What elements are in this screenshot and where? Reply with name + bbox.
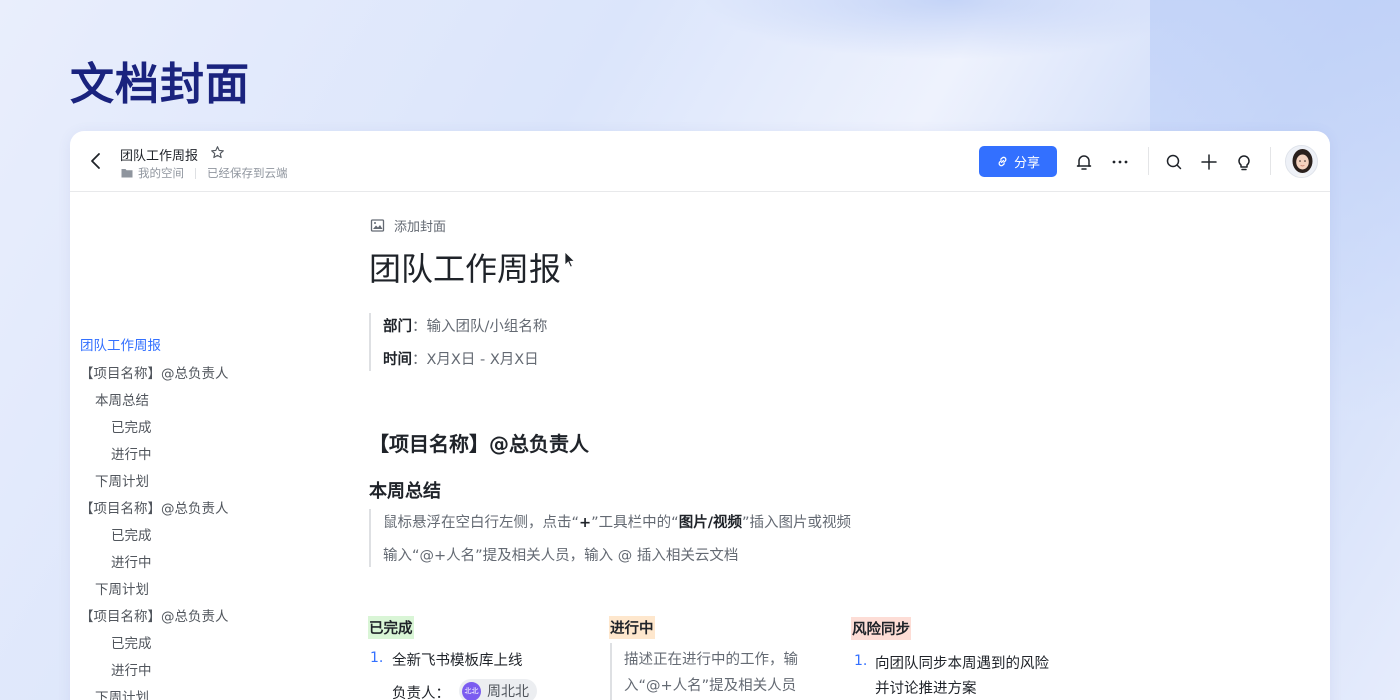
meta-time-value: ：X月X日 - X月X日 bbox=[412, 352, 539, 368]
meta-time-label: 时间 bbox=[383, 352, 412, 368]
tip-line-2[interactable]: 输入“@+人名”提及相关人员，输入 @ 插入相关云文档 bbox=[383, 544, 738, 565]
share-label: 分享 bbox=[1013, 156, 1040, 171]
owner-name: 周北北 bbox=[487, 684, 529, 700]
tip-text: ”工具栏中的“ bbox=[591, 515, 679, 531]
toolbar-divider bbox=[1270, 147, 1271, 175]
background-glow bbox=[700, 0, 1200, 60]
breadcrumb-space[interactable]: 我的空间 bbox=[138, 165, 184, 181]
avatar-portrait-icon bbox=[1286, 146, 1317, 177]
meta-quote-block: 部门：输入团队/小组名称 时间：X月X日 - X月X日 bbox=[369, 313, 547, 371]
owner-label: 负责人： bbox=[392, 686, 450, 700]
list-item[interactable]: 全新飞书模板库上线 bbox=[392, 649, 523, 670]
tag-done[interactable]: 已完成 bbox=[368, 616, 414, 639]
list-item[interactable]: 并讨论推进方案 bbox=[875, 677, 977, 698]
tag-risk[interactable]: 风险同步 bbox=[851, 617, 911, 640]
outline-item[interactable]: 本周总结 bbox=[95, 389, 149, 409]
lightbulb-icon[interactable] bbox=[1234, 152, 1254, 172]
tips-quote-block: 鼠标悬浮在空白行左侧，点击“+”工具栏中的“图片/视频”插入图片或视频 输入“@… bbox=[369, 509, 851, 567]
more-icon[interactable] bbox=[1110, 152, 1130, 172]
tip-plus: + bbox=[579, 515, 592, 531]
image-icon bbox=[370, 219, 385, 232]
outline-item[interactable]: 下周计划 bbox=[95, 470, 149, 490]
doing-quote-block: 描述正在进行中的工作，输 入“@+人名”提及相关人员 bbox=[610, 643, 798, 700]
list-item[interactable]: 向团队同步本周遇到的风险 bbox=[875, 652, 1049, 673]
outline-item[interactable]: 已完成 bbox=[111, 632, 152, 652]
tip-text: 鼠标悬浮在空白行左侧，点击“ bbox=[383, 515, 580, 531]
project-heading[interactable]: 【项目名称】@总负责人 bbox=[369, 428, 589, 457]
save-status: 已经保存到云端 bbox=[207, 166, 288, 180]
outline-item[interactable]: 【项目名称】@总负责人 bbox=[80, 605, 229, 625]
summary-heading[interactable]: 本周总结 bbox=[369, 477, 441, 503]
doing-line[interactable]: 描述正在进行中的工作，输 bbox=[624, 648, 798, 669]
tip-media: 图片/视频 bbox=[678, 515, 742, 531]
back-icon[interactable] bbox=[88, 151, 104, 171]
user-avatar[interactable] bbox=[1285, 145, 1318, 178]
owner-mention-chip[interactable]: 北北 周北北 bbox=[459, 679, 537, 700]
outline-item[interactable]: 进行中 bbox=[111, 551, 152, 571]
meta-time[interactable]: 时间：X月X日 - X月X日 bbox=[383, 348, 539, 369]
outline-item[interactable]: 下周计划 bbox=[95, 578, 149, 598]
add-cover-button[interactable]: 添加封面 bbox=[370, 216, 446, 235]
share-button[interactable]: 分享 bbox=[979, 146, 1057, 177]
meta-dept[interactable]: 部门：输入团队/小组名称 bbox=[383, 315, 547, 336]
outline-item-title[interactable]: 团队工作周报 bbox=[80, 334, 161, 354]
toolbar-divider bbox=[1148, 147, 1149, 175]
meta-dept-value: ：输入团队/小组名称 bbox=[412, 319, 548, 335]
tag-doing[interactable]: 进行中 bbox=[609, 616, 655, 639]
folder-icon bbox=[121, 169, 133, 178]
doc-window: 团队工作周报 我的空间 已经保存到云端 分享 团队工作周报 【项目名称】@总负责… bbox=[70, 131, 1330, 700]
page-heading: 文档封面 bbox=[70, 59, 250, 110]
outline-item[interactable]: 【项目名称】@总负责人 bbox=[80, 362, 229, 382]
tip-text: ”插入图片或视频 bbox=[742, 515, 852, 531]
breadcrumb: 我的空间 已经保存到云端 bbox=[121, 165, 288, 181]
outline-item[interactable]: 已完成 bbox=[111, 524, 152, 544]
doing-line[interactable]: 入“@+人名”提及相关人员 bbox=[624, 674, 796, 695]
plus-icon[interactable] bbox=[1199, 152, 1219, 172]
star-icon[interactable] bbox=[210, 145, 225, 160]
link-icon bbox=[998, 156, 1007, 167]
outline-item[interactable]: 进行中 bbox=[111, 443, 152, 463]
meta-dept-label: 部门 bbox=[383, 319, 412, 335]
doc-main-title[interactable]: 团队工作周报 bbox=[369, 244, 561, 290]
list-number: 1. bbox=[854, 653, 868, 669]
add-cover-label: 添加封面 bbox=[394, 220, 447, 235]
breadcrumb-divider bbox=[195, 167, 196, 179]
outline-item[interactable]: 已完成 bbox=[111, 416, 152, 436]
outline-item[interactable]: 下周计划 bbox=[95, 686, 149, 700]
list-number: 1. bbox=[370, 650, 384, 666]
outline-item[interactable]: 【项目名称】@总负责人 bbox=[80, 497, 229, 517]
mouse-cursor-icon bbox=[564, 251, 576, 268]
search-icon[interactable] bbox=[1164, 152, 1184, 172]
bell-icon[interactable] bbox=[1074, 152, 1094, 172]
top-bar: 团队工作周报 我的空间 已经保存到云端 分享 bbox=[70, 131, 1330, 192]
tip-line-1[interactable]: 鼠标悬浮在空白行左侧，点击“+”工具栏中的“图片/视频”插入图片或视频 bbox=[383, 511, 851, 532]
outline-item[interactable]: 进行中 bbox=[111, 659, 152, 679]
doc-title[interactable]: 团队工作周报 bbox=[120, 145, 198, 164]
owner-avatar: 北北 bbox=[462, 681, 481, 700]
